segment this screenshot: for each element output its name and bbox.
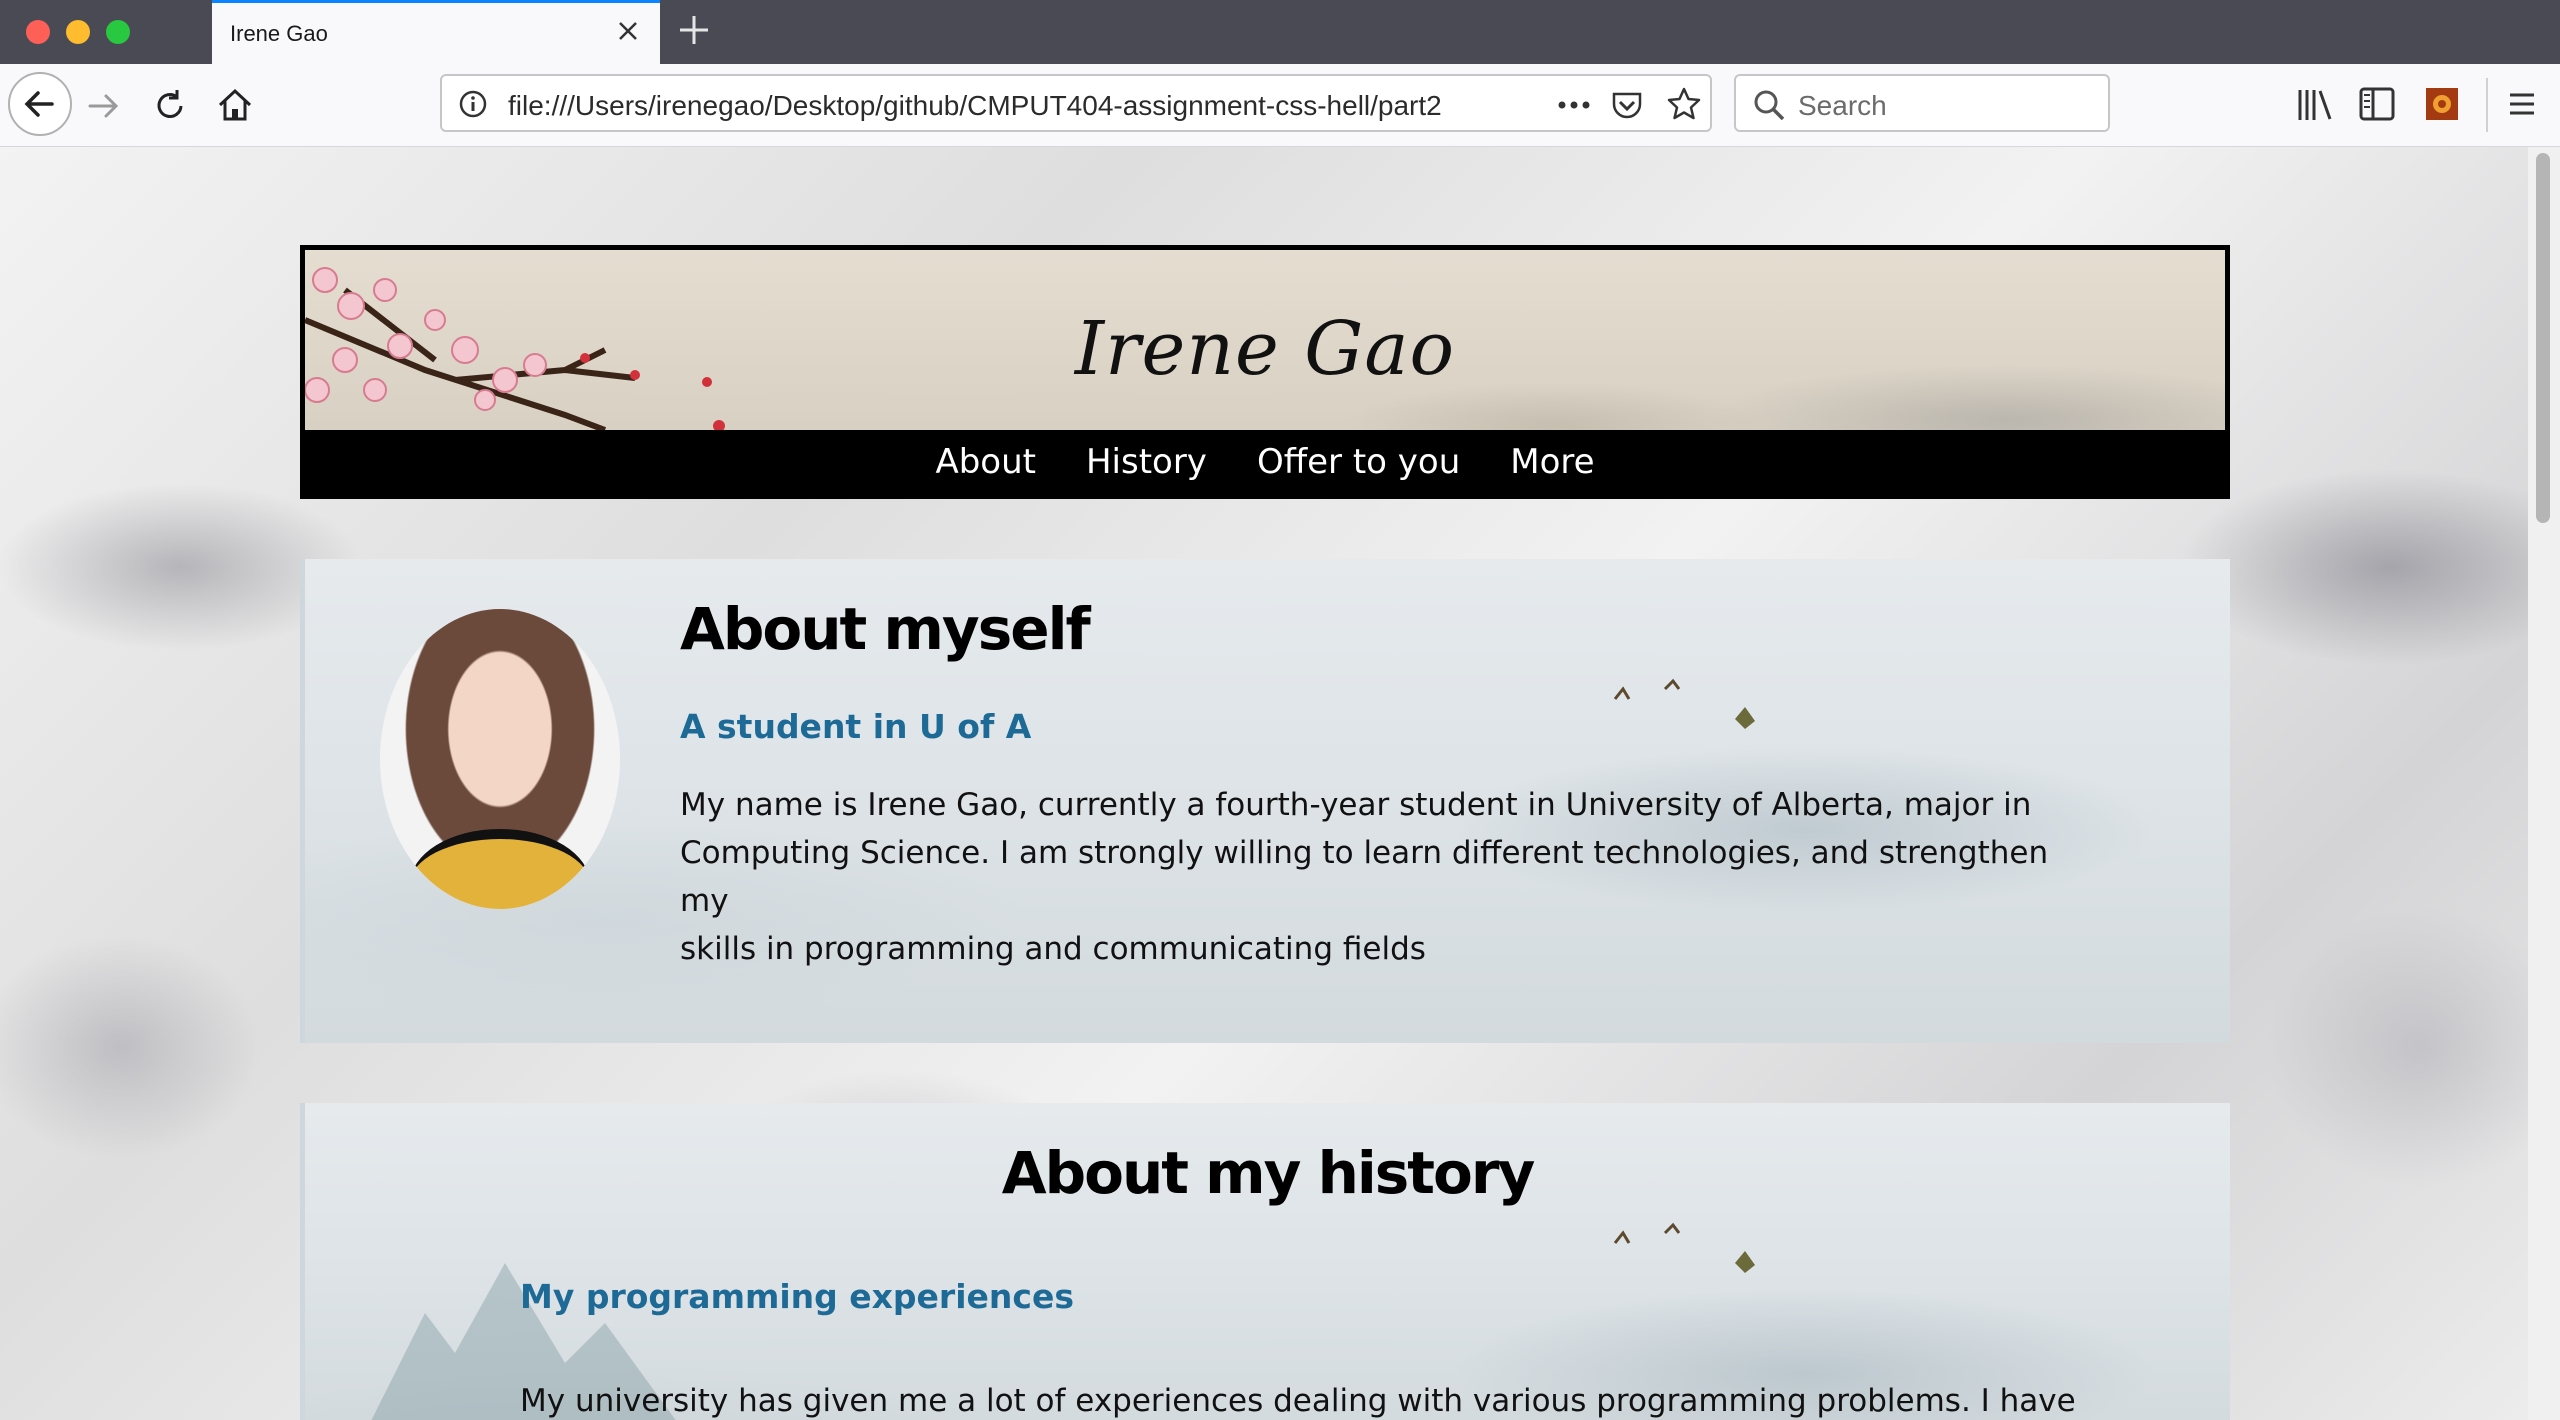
pocket-icon[interactable]: [1610, 88, 1644, 122]
bird-icon: [1613, 1222, 1755, 1273]
avatar-shirt: [410, 829, 590, 909]
library-icon[interactable]: [2296, 86, 2336, 124]
reload-icon[interactable]: [150, 86, 190, 126]
minimize-window-button[interactable]: [66, 20, 90, 44]
search-icon: [1754, 90, 1785, 121]
scrollbar-thumb[interactable]: [2536, 153, 2550, 523]
section-subtitle: A student in U of A: [680, 707, 1032, 746]
new-tab-icon[interactable]: [676, 12, 712, 48]
search-bar[interactable]: Search: [1734, 74, 2110, 132]
close-window-button[interactable]: [26, 20, 50, 44]
section-title: About myself: [680, 595, 1091, 663]
url-bar[interactable]: file:///Users/irenegao/Desktop/github/CM…: [440, 74, 1712, 132]
nav-link-about[interactable]: About: [935, 442, 1036, 482]
section-paragraph: My name is Irene Gao, currently a fourth…: [680, 781, 2080, 973]
forward-arrow-icon[interactable]: [84, 86, 124, 126]
close-icon[interactable]: [614, 17, 642, 45]
browser-tab[interactable]: Irene Gao: [212, 0, 660, 64]
about-section: About myself A student in U of A My name…: [300, 559, 2230, 1043]
hamburger-menu-icon[interactable]: [2506, 88, 2538, 120]
nav-link-more[interactable]: More: [1510, 442, 1594, 482]
extension-icon[interactable]: [2424, 86, 2460, 122]
history-section: About my history My programming experien…: [300, 1103, 2230, 1420]
page-viewport: Irene Gao About History Offer to you Mor…: [0, 147, 2528, 1420]
arrow-left-icon: [24, 91, 54, 117]
paragraph-line: skills in programming and communicating …: [680, 931, 1426, 967]
section-paragraph: My university has given me a lot of expe…: [520, 1377, 2140, 1420]
bookmark-star-icon[interactable]: [1666, 86, 1702, 122]
info-icon[interactable]: [458, 89, 488, 119]
navigation-toolbar: file:///Users/irenegao/Desktop/github/CM…: [0, 64, 2560, 147]
nav-link-history[interactable]: History: [1086, 442, 1207, 482]
paragraph-line: My university has given me a lot of expe…: [520, 1383, 2076, 1419]
site-title: Irene Gao: [1074, 306, 1456, 392]
avatar: [380, 609, 620, 909]
nav-link-offer[interactable]: Offer to you: [1257, 442, 1460, 482]
paragraph-line: Computing Science. I am strongly willing…: [680, 835, 2049, 919]
sidebar-icon[interactable]: [2358, 86, 2396, 122]
bird-icon: [1613, 678, 1755, 729]
home-icon[interactable]: [214, 84, 256, 126]
paragraph-line: My name is Irene Gao, currently a fourth…: [680, 787, 2032, 823]
search-placeholder: Search: [1798, 90, 1887, 121]
site-header: Irene Gao About History Offer to you Mor…: [300, 245, 2230, 499]
back-button[interactable]: [8, 72, 72, 136]
tab-bar: Irene Gao: [0, 0, 2560, 64]
url-text[interactable]: file:///Users/irenegao/Desktop/github/CM…: [508, 90, 1488, 122]
header-banner: Irene Gao: [305, 250, 2225, 430]
toolbar-divider: [2486, 78, 2488, 132]
tab-title: Irene Gao: [230, 21, 328, 46]
section-subtitle: My programming experiences: [520, 1277, 1074, 1316]
vertical-scrollbar[interactable]: [2528, 147, 2560, 1420]
maximize-window-button[interactable]: [106, 20, 130, 44]
more-actions-icon[interactable]: [1554, 90, 1594, 120]
section-title: About my history: [1001, 1139, 1536, 1207]
main-nav: About History Offer to you More: [305, 430, 2225, 494]
